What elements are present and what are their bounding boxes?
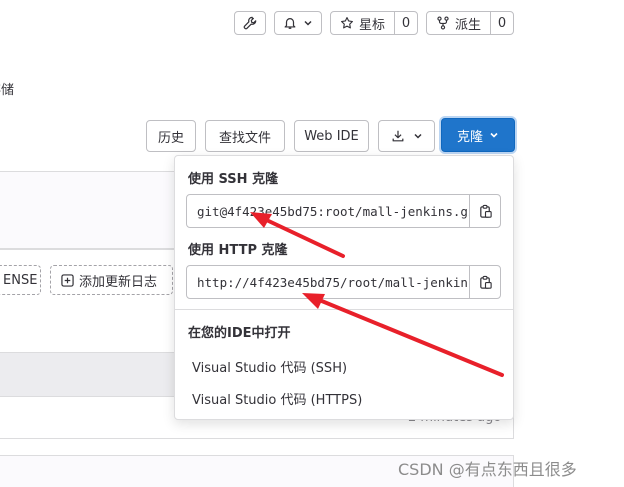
clone-dropdown: 使用 SSH 克隆 git@4f423e45bd75:root/mall-jen… bbox=[174, 155, 514, 420]
star-button[interactable]: 星标 bbox=[330, 11, 395, 35]
copy-http-button[interactable] bbox=[469, 265, 501, 299]
open-vscode-https-item[interactable]: Visual Studio 代码 (HTTPS) bbox=[192, 389, 362, 408]
ide-heading: 在您的IDE中打开 bbox=[188, 326, 291, 341]
http-clone-label: 使用 HTTP 克隆 bbox=[188, 243, 288, 258]
clone-label: 克隆 bbox=[456, 129, 483, 145]
changelog-label: 添加更新日志 bbox=[79, 274, 158, 290]
star-icon bbox=[340, 16, 354, 30]
settings-button[interactable] bbox=[234, 11, 266, 35]
wrench-icon bbox=[243, 16, 257, 30]
chevron-down-icon bbox=[303, 18, 313, 28]
clone-button[interactable]: 克隆 bbox=[441, 118, 515, 152]
open-vscode-ssh-item[interactable]: Visual Studio 代码 (SSH) bbox=[192, 357, 347, 376]
fork-label: 派生 bbox=[454, 17, 481, 33]
dropdown-divider bbox=[175, 309, 513, 310]
copy-icon bbox=[478, 204, 493, 219]
http-url-input[interactable]: http://4f423e45bd75/root/mall-jenkins.gi… bbox=[186, 265, 470, 299]
web-ide-button[interactable]: Web IDE bbox=[294, 120, 369, 152]
find-file-button[interactable]: 查找文件 bbox=[205, 120, 285, 152]
ssh-clone-label: 使用 SSH 克隆 bbox=[188, 172, 279, 187]
star-count[interactable]: 0 bbox=[394, 11, 418, 35]
plus-square-icon bbox=[61, 273, 74, 287]
download-button[interactable] bbox=[378, 120, 435, 152]
fork-icon bbox=[436, 16, 450, 30]
license-label: ENSE bbox=[3, 272, 38, 288]
bell-icon bbox=[283, 16, 297, 30]
chevron-down-icon bbox=[489, 130, 499, 140]
add-changelog-button[interactable]: 添加更新日志 bbox=[50, 265, 173, 295]
fork-button[interactable]: 派生 bbox=[426, 11, 491, 35]
watermark: CSDN @有点东西且很多 bbox=[398, 460, 577, 479]
star-label: 星标 bbox=[358, 17, 385, 33]
add-license-button[interactable]: ENSE bbox=[0, 265, 41, 295]
copy-icon bbox=[478, 275, 493, 290]
chevron-down-icon bbox=[413, 131, 423, 141]
copy-ssh-button[interactable] bbox=[469, 194, 501, 228]
repo-partial-text: 存储 bbox=[0, 83, 15, 98]
ssh-url-input[interactable]: git@4f423e45bd75:root/mall-jenkins.git bbox=[186, 194, 470, 228]
fork-count[interactable]: 0 bbox=[490, 11, 514, 35]
history-button[interactable]: 历史 bbox=[146, 120, 196, 152]
notification-button[interactable] bbox=[274, 11, 322, 35]
download-icon bbox=[391, 129, 405, 143]
